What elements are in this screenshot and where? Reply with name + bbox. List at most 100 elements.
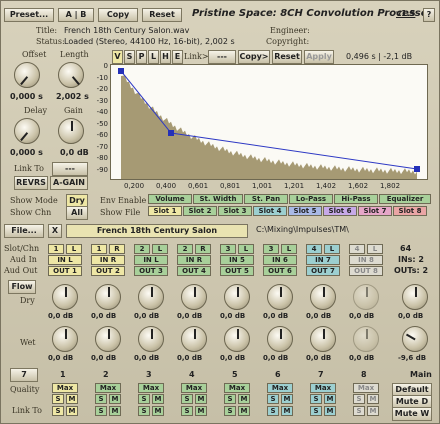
aud-in-button[interactable]: IN R [91,255,125,265]
quality-m-button[interactable]: M [281,394,293,404]
slot-button-7[interactable]: Slot 7 [358,206,392,216]
quality-max-button[interactable]: Max [138,383,164,393]
quality-s-button[interactable]: S [310,394,322,404]
slot-button-2[interactable]: Slot 2 [183,206,217,216]
file-clear-button[interactable]: X [48,224,62,238]
aud-out-button[interactable]: OUT 1 [48,266,82,276]
env-button-5[interactable]: Hi-Pass [334,194,378,204]
env-button-1[interactable]: Volume [148,194,192,204]
aud-out-button[interactable]: OUT 6 [263,266,297,276]
quality-max-button[interactable]: Max [310,383,336,393]
slot-button-8[interactable]: Slot 8 [393,206,427,216]
dry-knob-8[interactable] [353,284,379,310]
link-m-button[interactable]: M [281,406,293,416]
wet-knob-9[interactable] [402,326,428,352]
dry-knob-9[interactable] [402,284,428,310]
quality-s-button[interactable]: S [267,394,279,404]
help-button[interactable]: ? [423,8,435,22]
delay-knob[interactable] [14,118,40,144]
link-s-button[interactable]: S [138,406,150,416]
quality-s-button[interactable]: S [138,394,150,404]
slot-ch[interactable]: R [195,244,211,254]
dry-knob-2[interactable] [95,284,121,310]
aud-in-button[interactable]: IN 8 [349,255,383,265]
dry-knob-1[interactable] [52,284,78,310]
graph-tab-h[interactable]: H [160,50,171,64]
ab-button[interactable]: A | B [58,8,94,22]
envelope-node-1[interactable] [118,68,124,74]
dry-knob-7[interactable] [310,284,336,310]
mute-w-button[interactable]: Mute W [392,407,432,421]
aud-out-button[interactable]: OUT 2 [91,266,125,276]
quality-m-button[interactable]: M [324,394,336,404]
graph-tab-e[interactable]: E [172,50,183,64]
envelope-graph[interactable]: 0-10-20-30-40-50-60-70-80-90 [110,64,428,180]
link-m-button[interactable]: M [367,406,379,416]
quality-max-button[interactable]: Max [181,383,207,393]
quality-m-button[interactable]: M [66,394,78,404]
link-s-button[interactable]: S [267,406,279,416]
slot-num[interactable]: 4 [349,244,365,254]
flow-button[interactable]: Flow [8,280,36,294]
slot-button-1[interactable]: Slot 1 [148,206,182,216]
slot-button-4[interactable]: Slot 4 [253,206,287,216]
aud-out-button[interactable]: OUT 4 [177,266,211,276]
wet-knob-6[interactable] [267,326,293,352]
quality-max-button[interactable]: Max [224,383,250,393]
slot-ch[interactable]: L [238,244,254,254]
link-m-button[interactable]: M [109,406,121,416]
aud-in-button[interactable]: IN 7 [306,255,340,265]
wet-knob-8[interactable] [353,326,379,352]
quality-m-button[interactable]: M [195,394,207,404]
copy-button[interactable]: Copy [98,8,138,22]
aud-out-button[interactable]: OUT 5 [220,266,254,276]
wet-knob-4[interactable] [181,326,207,352]
graph-tab-l[interactable]: L [148,50,159,64]
wet-knob-5[interactable] [224,326,250,352]
link-s-button[interactable]: S [181,406,193,416]
dry-knob-6[interactable] [267,284,293,310]
file-button[interactable]: File... [4,224,44,238]
aud-in-button[interactable]: IN 6 [263,255,297,265]
env-button-6[interactable]: Equalizer [379,194,431,204]
aud-out-button[interactable]: OUT 3 [134,266,168,276]
link-s-button[interactable]: S [353,406,365,416]
slot-ch[interactable]: L [66,244,82,254]
slot-num[interactable]: 3 [263,244,279,254]
dry-knob-5[interactable] [224,284,250,310]
link-m-button[interactable]: M [195,406,207,416]
quality-s-button[interactable]: S [181,394,193,404]
link-s-button[interactable]: S [224,406,236,416]
gain-knob[interactable] [58,118,84,144]
link-s-button[interactable]: S [52,406,64,416]
aud-in-button[interactable]: IN L [134,255,168,265]
graph-tab-s[interactable]: S [124,50,135,64]
link-s-button[interactable]: S [95,406,107,416]
quality-s-button[interactable]: S [224,394,236,404]
offset-knob[interactable] [14,62,40,88]
dry-knob-3[interactable] [138,284,164,310]
wet-knob-1[interactable] [52,326,78,352]
quality-m-button[interactable]: M [152,394,164,404]
wet-knob-7[interactable] [310,326,336,352]
quality-m-button[interactable]: M [109,394,121,404]
quality-s-button[interactable]: S [95,394,107,404]
aud-out-button[interactable]: OUT 8 [349,266,383,276]
slot-num[interactable]: 4 [306,244,322,254]
again-button[interactable]: A-GAIN [50,176,88,190]
file-name-field[interactable]: French 18th Century Salon [66,224,248,238]
slot-ch[interactable]: L [367,244,383,254]
revrs-button[interactable]: REVRS [14,176,48,190]
quality-max-button[interactable]: Max [267,383,293,393]
wet-knob-3[interactable] [138,326,164,352]
quality-max-button[interactable]: Max [52,383,78,393]
aud-in-button[interactable]: IN R [177,255,211,265]
slot-num[interactable]: 1 [91,244,107,254]
link-s-button[interactable]: S [310,406,322,416]
slot-ch[interactable]: L [152,244,168,254]
graph-tab-v[interactable]: V [112,50,123,64]
slot-num[interactable]: 1 [48,244,64,254]
graph-link-select[interactable]: --- [208,50,236,64]
graph-tab-p[interactable]: P [136,50,147,64]
graph-reset-button[interactable]: Reset [272,50,302,64]
